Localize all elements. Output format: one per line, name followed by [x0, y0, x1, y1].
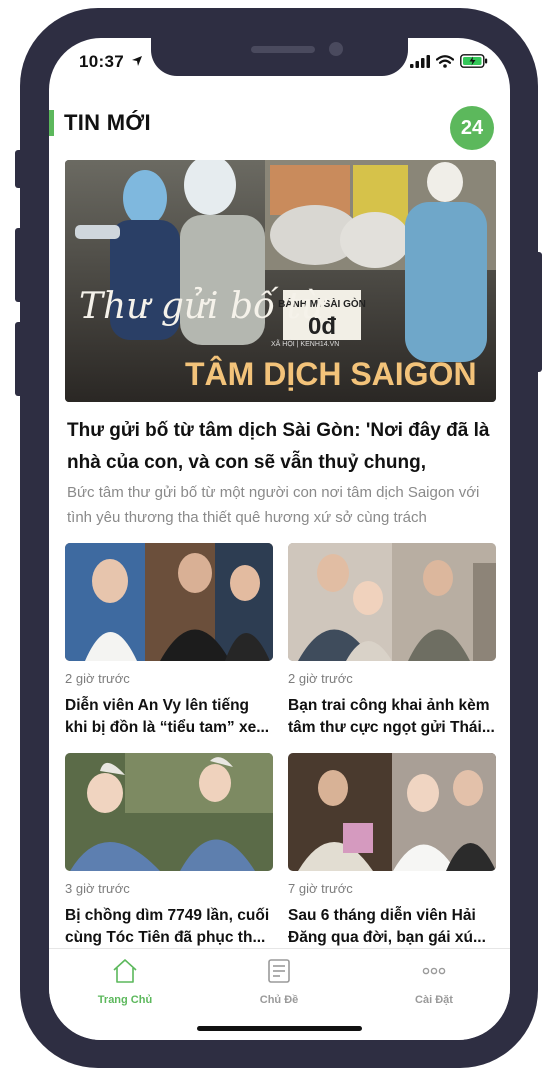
hero-small-text: XÃ HỘI | KENH14.VN	[271, 339, 339, 348]
power-button	[534, 252, 542, 372]
tab-topics[interactable]: Chủ Đề	[219, 957, 339, 1006]
section-accent-bar	[49, 110, 54, 136]
hero-overlay-script: Thư gửi bố từ	[79, 286, 328, 327]
article-card[interactable]: 3 giờ trước Bị chồng dìm 7749 lần, cuối …	[65, 753, 273, 949]
hero-image[interactable]: BÁNH MÌ SÀI GÒN 0đ Thư gửi bố từ XÃ HỘI …	[65, 160, 496, 402]
hero-headline[interactable]: Thư gửi bố từ tâm dịch Sài Gòn: 'Nơi đây…	[67, 415, 497, 479]
home-indicator[interactable]	[197, 1026, 362, 1031]
article-card[interactable]: 2 giờ trước Bạn trai công khai ảnh kèm t…	[288, 543, 496, 739]
hero-overlay-title: TÂM DỊCH SAIGON	[185, 356, 477, 392]
tab-settings-label: Cài Đặt	[415, 994, 453, 1006]
article-thumbnail	[65, 753, 273, 871]
home-icon	[113, 959, 137, 983]
tab-topics-label: Chủ Đề	[259, 994, 299, 1006]
battery-charging-icon	[460, 54, 488, 68]
section-header: TIN MỚI 24	[49, 106, 510, 150]
logo-text: 24	[460, 116, 484, 139]
article-thumbnail	[288, 543, 496, 661]
article-time: 7 giờ trước	[288, 881, 353, 896]
article-time: 2 giờ trước	[65, 671, 130, 686]
article-thumbnail	[65, 543, 273, 661]
camera	[329, 42, 343, 56]
document-icon	[268, 959, 290, 983]
tab-home-label: Trang Chủ	[97, 994, 153, 1006]
article-title[interactable]: Sau 6 tháng diễn viên Hải Đăng qua đời, …	[288, 905, 496, 949]
article-card[interactable]: 7 giờ trước Sau 6 tháng diễn viên Hải Đă…	[288, 753, 496, 949]
location-arrow-icon	[132, 56, 142, 66]
screen: 10:37 TIN MỚI 24 BÁNH MÌ SÀI GÒN 0đ Thư …	[49, 38, 510, 1040]
app-logo[interactable]: 24	[450, 106, 494, 150]
wifi-icon	[436, 54, 454, 68]
article-time: 3 giờ trước	[65, 881, 130, 896]
article-title[interactable]: Bạn trai công khai ảnh kèm tâm thư cực n…	[288, 695, 496, 739]
notch	[151, 38, 408, 76]
tab-home[interactable]: Trang Chủ	[65, 957, 185, 1006]
status-time: 10:37	[79, 52, 124, 71]
hero-illustration: BÁNH MÌ SÀI GÒN 0đ Thư gửi bố từ XÃ HỘI …	[65, 160, 496, 402]
silent-switch	[15, 150, 23, 188]
hero-summary: Bức tâm thư gửi bố từ một người con nơi …	[67, 484, 480, 526]
article-thumbnail	[288, 753, 496, 871]
speaker	[251, 46, 315, 53]
article-title[interactable]: Diễn viên An Vy lên tiếng khi bị đồn là …	[65, 695, 273, 739]
status-icons	[410, 54, 488, 68]
signal-icon	[410, 54, 430, 68]
volume-down-button	[15, 322, 23, 396]
section-title: TIN MỚI	[64, 110, 151, 135]
more-icon	[422, 967, 446, 975]
article-title[interactable]: Bị chồng dìm 7749 lần, cuối cùng Tóc Tiê…	[65, 905, 273, 949]
article-card[interactable]: 2 giờ trước Diễn viên An Vy lên tiếng kh…	[65, 543, 273, 739]
tab-settings[interactable]: Cài Đặt	[374, 957, 494, 1006]
volume-up-button	[15, 228, 23, 302]
article-time: 2 giờ trước	[288, 671, 353, 686]
